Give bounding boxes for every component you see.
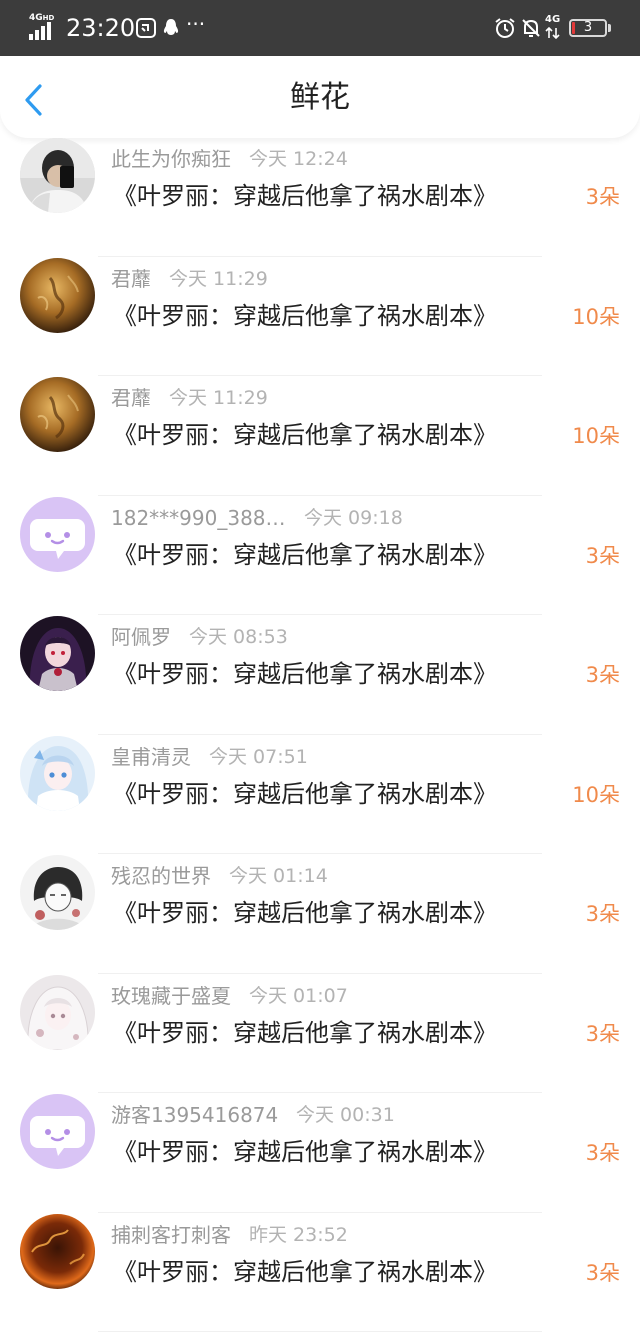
- avatar[interactable]: [20, 1214, 95, 1289]
- gift-timestamp: 今天 09:18: [304, 504, 403, 532]
- list-item[interactable]: 玫瑰藏于盛夏今天 01:07 《叶罗丽：穿越后他拿了祸水剧本》 3朵: [0, 975, 640, 1095]
- book-title: 《叶罗丽：穿越后他拿了祸水剧本》: [113, 1134, 497, 1170]
- avatar[interactable]: [20, 377, 95, 452]
- sender-name: 阿佩罗: [111, 623, 171, 651]
- mute-bell-icon: [520, 17, 542, 39]
- gift-timestamp: 今天 11:29: [169, 265, 268, 293]
- avatar[interactable]: [20, 855, 95, 930]
- row-divider: [98, 1331, 542, 1332]
- flower-count: 3朵: [586, 899, 620, 929]
- network-4g-label: 4G: [545, 14, 560, 26]
- sender-name: 此生为你痴狂: [111, 145, 231, 173]
- battery-tip: [608, 24, 611, 32]
- list-item[interactable]: 君蘼今天 11:29 《叶罗丽：穿越后他拿了祸水剧本》 10朵: [0, 258, 640, 378]
- alarm-clock-icon: [494, 17, 516, 39]
- avatar[interactable]: [20, 975, 95, 1050]
- avatar[interactable]: [20, 616, 95, 691]
- qq-penguin-icon: [161, 18, 181, 38]
- row-divider: [98, 375, 542, 376]
- battery-level-text: 3: [571, 20, 605, 36]
- gift-timestamp: 今天 00:31: [296, 1101, 395, 1129]
- list-item[interactable]: 182***990_388… 今天 09:18 《叶罗丽：穿越后他拿了祸水剧本》 3朵: [0, 497, 640, 617]
- gift-list: 此生为你痴狂今天 12:24《叶罗丽：穿越后他拿了祸水剧本》3朵君蘼今天 11:…: [0, 138, 640, 1333]
- flower-count: 3朵: [586, 182, 620, 212]
- gift-timestamp: 今天 01:14: [229, 862, 328, 890]
- row-divider: [98, 734, 542, 735]
- sender-name: 君蘼: [111, 265, 151, 293]
- sender-name: 游客1395416874: [111, 1101, 278, 1129]
- flower-count: 3朵: [586, 541, 620, 571]
- more-notifications-icon: ···: [186, 14, 205, 34]
- list-item[interactable]: 皇甫清灵今天 07:51 《叶罗丽：穿越后他拿了祸水剧本》 10朵: [0, 736, 640, 856]
- avatar[interactable]: [20, 138, 95, 213]
- avatar[interactable]: [20, 736, 95, 811]
- book-title: 《叶罗丽：穿越后他拿了祸水剧本》: [113, 178, 497, 214]
- book-title: 《叶罗丽：穿越后他拿了祸水剧本》: [113, 656, 497, 692]
- avatar[interactable]: [20, 258, 95, 333]
- row-divider: [98, 1212, 542, 1213]
- nav-bar: 鲜花: [0, 56, 640, 138]
- book-title: 《叶罗丽：穿越后他拿了祸水剧本》: [113, 776, 497, 812]
- sender-name: 捕刺客打刺客: [111, 1221, 231, 1249]
- list-item[interactable]: 捕刺客打刺客昨天 23:52 《叶罗丽：穿越后他拿了祸水剧本》 3朵: [0, 1214, 640, 1333]
- gift-timestamp: 今天 01:07: [249, 982, 348, 1010]
- row-divider: [98, 1092, 542, 1093]
- flower-count: 3朵: [586, 1258, 620, 1288]
- avatar[interactable]: [20, 1094, 95, 1169]
- book-title: 《叶罗丽：穿越后他拿了祸水剧本》: [113, 298, 497, 334]
- flower-count: 3朵: [586, 1138, 620, 1168]
- row-divider: [98, 853, 542, 854]
- sender-name: 皇甫清灵: [111, 743, 191, 771]
- status-bar: 4GHD 23:20 ··· 4G 3: [0, 0, 640, 56]
- flower-count: 3朵: [586, 1019, 620, 1049]
- row-divider: [98, 973, 542, 974]
- book-title: 《叶罗丽：穿越后他拿了祸水剧本》: [113, 1254, 497, 1290]
- sender-name: 君蘼: [111, 384, 151, 412]
- avatar[interactable]: [20, 497, 95, 572]
- book-title: 《叶罗丽：穿越后他拿了祸水剧本》: [113, 1015, 497, 1051]
- data-arrows-icon: [545, 27, 561, 39]
- sender-name: 残忍的世界: [111, 862, 211, 890]
- gift-timestamp: 今天 07:51: [209, 743, 308, 771]
- row-divider: [98, 495, 542, 496]
- list-item[interactable]: 君蘼今天 11:29 《叶罗丽：穿越后他拿了祸水剧本》 10朵: [0, 377, 640, 497]
- gift-timestamp: 今天 08:53: [189, 623, 288, 651]
- flower-count: 10朵: [572, 780, 620, 810]
- list-item[interactable]: 残忍的世界今天 01:14 《叶罗丽：穿越后他拿了祸水剧本》 3朵: [0, 855, 640, 975]
- gift-timestamp: 今天 11:29: [169, 384, 268, 412]
- list-item[interactable]: 阿佩罗今天 08:53 《叶罗丽：穿越后他拿了祸水剧本》 3朵: [0, 616, 640, 736]
- book-title: 《叶罗丽：穿越后他拿了祸水剧本》: [113, 417, 497, 453]
- flower-count: 10朵: [572, 302, 620, 332]
- screenshot-app-icon: [136, 18, 156, 38]
- sender-name: 182***990_388…: [111, 504, 286, 532]
- page-title: 鲜花: [0, 78, 640, 118]
- gift-timestamp: 今天 12:24: [249, 145, 348, 173]
- flower-count: 3朵: [586, 660, 620, 690]
- status-time: 23:20: [66, 12, 135, 44]
- network-type-label: 4GHD: [29, 13, 54, 23]
- flower-count: 10朵: [572, 421, 620, 451]
- book-title: 《叶罗丽：穿越后他拿了祸水剧本》: [113, 895, 497, 931]
- battery-indicator: 3: [569, 19, 607, 37]
- list-item[interactable]: 游客1395416874 今天 00:31 《叶罗丽：穿越后他拿了祸水剧本》 3朵: [0, 1094, 640, 1214]
- sender-name: 玫瑰藏于盛夏: [111, 982, 231, 1010]
- gift-timestamp: 昨天 23:52: [249, 1221, 348, 1249]
- row-divider: [98, 256, 542, 257]
- book-title: 《叶罗丽：穿越后他拿了祸水剧本》: [113, 537, 497, 573]
- list-item[interactable]: 此生为你痴狂今天 12:24 《叶罗丽：穿越后他拿了祸水剧本》 3朵: [0, 138, 640, 258]
- row-divider: [98, 614, 542, 615]
